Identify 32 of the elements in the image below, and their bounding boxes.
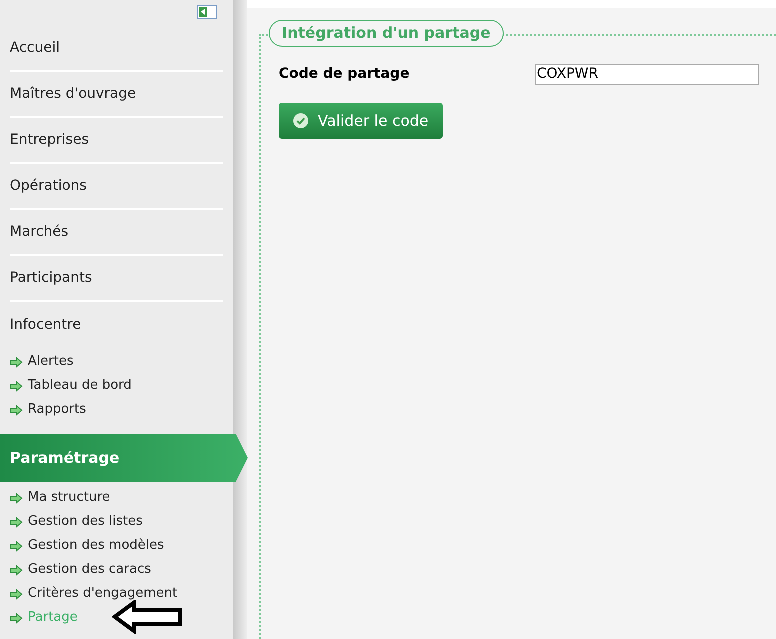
menu-item[interactable]: Accueil [10,26,223,72]
menu-item[interactable]: Maîtres d'ouvrage [10,72,223,118]
section-title: Intégration d'un partage [269,20,504,46]
submenu-link[interactable]: Gestion des listes [10,510,233,534]
arrow-icon [10,404,23,416]
menu-item-active[interactable]: Paramétrage [0,434,248,482]
menu-item[interactable]: Opérations [10,164,223,210]
arrow-icon [10,540,23,552]
collapse-icon[interactable] [197,5,217,19]
submenu-link[interactable]: Gestion des caracs [10,558,233,582]
input-field[interactable]: COXPWR [535,64,759,85]
arrow-icon [10,492,23,504]
menu-item[interactable]: Entreprises [10,118,223,164]
validate-button[interactable]: Valider le code [279,103,443,139]
arrow-icon [10,356,23,368]
arrow-icon [10,380,23,392]
submenu-link[interactable]: Tableau de bord [10,374,233,398]
check-circle-icon [293,113,309,129]
menu-item[interactable]: Participants [10,256,223,302]
arrow-icon [10,612,23,624]
arrow-drawing [112,600,184,634]
submenu-link[interactable]: Alertes [10,350,233,374]
arrow-icon [10,564,23,576]
submenu-link[interactable]: Critères d'engagement [10,582,233,606]
submenu-link[interactable]: Gestion des modèles [10,534,233,558]
submenu-link[interactable]: Ma structure [10,486,233,510]
arrow-icon [10,516,23,528]
menu-item[interactable]: Marchés [10,210,223,256]
menu-item[interactable]: Infocentre [10,302,223,348]
arrow-icon [10,588,23,600]
submenu-link[interactable]: Rapports [10,398,233,422]
field-label: Code de partage [279,65,411,84]
